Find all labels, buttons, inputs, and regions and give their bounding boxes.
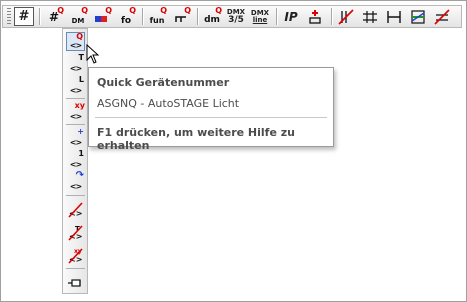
dmx-35-icon: 3/5 — [228, 14, 244, 25]
cable-link-icon — [363, 10, 377, 23]
q-badge: Q — [129, 6, 136, 15]
quick-dimmer-button[interactable]: dm Q — [201, 6, 223, 26]
cable-link-button[interactable] — [359, 7, 381, 26]
quick-focus-button[interactable]: fo Q — [115, 6, 137, 26]
mouse-cursor-icon — [86, 44, 100, 64]
tooltip-title: Quick Gerätenummer — [97, 76, 230, 89]
angle-rotate-icon: <> — [69, 182, 82, 191]
tooltip-divider — [95, 117, 327, 118]
pin-tool[interactable] — [66, 272, 85, 291]
angle-l-icon: <> — [69, 86, 82, 95]
quick-dmx-button[interactable]: DM Q — [67, 6, 89, 26]
pin-icon — [68, 279, 81, 287]
strike-xy-tool[interactable]: <> xy — [66, 245, 85, 264]
angle-xy-icon: <> — [69, 112, 82, 121]
strike-text-tool[interactable]: <> T — [66, 222, 85, 241]
cable-strike-icon — [338, 8, 354, 25]
q-badge: Q — [105, 6, 112, 15]
l-badge: L — [78, 75, 84, 84]
dmx-q-icon: DM — [71, 16, 85, 25]
toolbar-separator — [39, 8, 40, 25]
plus-badge: + — [77, 127, 84, 136]
vertical-separator — [66, 195, 85, 196]
one-badge: 1 — [78, 149, 84, 158]
cable-color-icon — [411, 9, 425, 24]
quick-device-number-tool[interactable]: Q <> — [66, 32, 85, 51]
strike-label-tool[interactable]: <> — [66, 199, 85, 218]
xy-label-tool[interactable]: xy <> — [66, 102, 85, 121]
toolbar-grip[interactable] — [7, 8, 11, 25]
dmx-line-icon: line — [252, 15, 268, 24]
q-badge: Q — [57, 6, 64, 15]
quick-color-button[interactable]: Q — [91, 6, 113, 26]
cable-remove-button[interactable] — [431, 7, 453, 26]
quick-function-button[interactable]: fun Q — [146, 6, 168, 26]
strike-icon: <> — [68, 202, 83, 218]
toolbar-separator — [276, 8, 277, 25]
function-q-icon: fun — [149, 16, 165, 25]
dmx-35-button[interactable]: DMX 3/5 — [225, 7, 247, 26]
angle-t-icon: <> — [69, 64, 82, 73]
tooltip-description: ASGNQ - AutoSTAGE Licht — [97, 97, 240, 110]
angle-q-icon: <> — [69, 41, 82, 50]
vertical-separator — [66, 98, 85, 99]
ip-button[interactable]: IP — [280, 7, 302, 26]
angle-plus-icon: <> — [69, 138, 82, 147]
strike-t-icon: <> T — [68, 225, 83, 241]
toolbar-separator — [331, 8, 332, 25]
hash-icon: # — [18, 9, 30, 24]
dimmer-q-icon: dm — [204, 15, 220, 25]
q-badge: Q — [215, 6, 222, 15]
dmx-line-button[interactable]: DMX line — [249, 7, 271, 26]
vertical-separator — [66, 124, 85, 125]
quick-circuit-button[interactable]: Q — [170, 6, 192, 26]
tooltip: Quick Gerätenummer ASGNQ - AutoSTAGE Lic… — [88, 67, 334, 152]
cable-strike-button[interactable] — [335, 7, 357, 26]
angle-one-icon: <> — [69, 160, 82, 169]
focus-q-icon: fo — [120, 15, 132, 26]
line-label-tool[interactable]: L <> — [66, 76, 85, 95]
vertical-separator — [66, 268, 85, 269]
rotate-badge: ↷ — [75, 170, 84, 181]
q-badge: Q — [184, 6, 191, 15]
rotate-label-tool[interactable]: ↷ <> — [66, 170, 85, 191]
ip-icon: IP — [284, 9, 298, 24]
quick-device-number-button[interactable]: # Q — [43, 6, 65, 26]
device-number-button[interactable]: # — [14, 7, 34, 26]
add-connector-icon — [309, 9, 321, 24]
strike-xy-icon: <> xy — [68, 248, 83, 264]
cable-join-icon — [387, 10, 401, 23]
t-badge: T — [78, 53, 84, 62]
toolbar-separator — [197, 8, 198, 25]
q-badge: Q — [76, 32, 83, 41]
q-badge: Q — [81, 6, 88, 15]
text-label-tool[interactable]: T <> — [66, 54, 85, 73]
toolbar-separator — [142, 8, 143, 25]
xy-badge: xy — [74, 101, 85, 110]
insert-label-tool[interactable]: + <> — [66, 128, 85, 147]
cable-color-button[interactable] — [407, 7, 429, 26]
number-one-tool[interactable]: 1 <> — [66, 150, 85, 169]
top-toolbar: # # Q DM Q Q fo Q fun Q Q dm Q DMX 3/5 D… — [2, 5, 462, 28]
q-badge: Q — [160, 6, 167, 15]
tooltip-help-hint: F1 drücken, um weitere Hilfe zu erhalten — [97, 126, 295, 152]
vertical-toolbar: Q <> T <> L <> xy <> + <> 1 <> ↷ <> <> <… — [62, 28, 88, 294]
cable-join-button[interactable] — [383, 7, 405, 26]
add-connector-button[interactable] — [304, 7, 326, 26]
cable-remove-icon — [434, 8, 450, 25]
